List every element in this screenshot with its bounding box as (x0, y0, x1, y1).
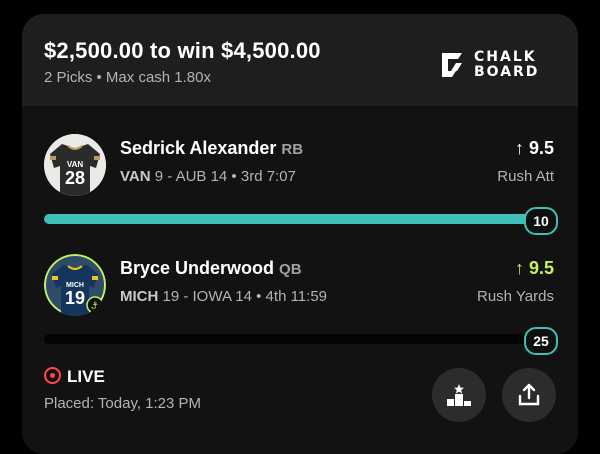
bet-slip-card: $2,500.00 to win $4,500.00 2 Picks • Max… (22, 14, 578, 454)
live-status: LIVE (44, 367, 105, 387)
player-name: Sedrick Alexander RB (120, 138, 304, 158)
pick-row[interactable]: MICH 19 ⚓ Bryce Underwood QB MICH 19 - IO… (22, 226, 578, 355)
pick-line: ↑ 9.5 (514, 138, 554, 158)
chalkboard-logo-icon (442, 53, 462, 77)
player-name: Bryce Underwood QB (120, 258, 302, 278)
progress-fill (44, 214, 550, 224)
player-position: QB (279, 261, 302, 278)
live-indicator-icon (44, 367, 61, 384)
player-avatar: MICH 19 ⚓ (44, 254, 106, 316)
svg-text:⚓: ⚓ (91, 301, 100, 312)
placed-time: Placed: Today, 1:23 PM (44, 395, 202, 412)
svg-text:19: 19 (65, 288, 85, 308)
game-score: MICH 19 - IOWA 14 • 4th 11:59 (120, 288, 328, 305)
stat-type: Rush Att (497, 168, 554, 185)
wager-subtitle: 2 Picks • Max cash 1.80x (44, 69, 211, 86)
player-avatar: VAN 28 (44, 134, 106, 196)
wager-title: $2,500.00 to win $4,500.00 (44, 38, 321, 63)
slip-header: $2,500.00 to win $4,500.00 2 Picks • Max… (22, 14, 578, 106)
progress-track (44, 334, 550, 344)
leaderboard-icon (447, 384, 471, 406)
progress-track (44, 214, 550, 224)
progress-value-badge: 25 (524, 327, 558, 355)
pick-line: ↑ 9.5 (514, 258, 554, 278)
chalkboard-logo: CHALK BOARD (438, 50, 556, 80)
stat-type: Rush Yards (477, 288, 554, 305)
arrow-up-icon: ↑ (514, 138, 524, 158)
arrow-up-icon: ↑ (514, 258, 524, 278)
chalkboard-logo-text: CHALK BOARD (474, 49, 540, 80)
pick-row[interactable]: VAN 28 Sedrick Alexander RB VAN 9 - AUB 1… (22, 106, 578, 235)
progress-fill (44, 334, 550, 344)
player-position: RB (281, 141, 304, 158)
share-icon (518, 383, 540, 406)
share-button[interactable] (502, 368, 556, 422)
svg-text:28: 28 (65, 168, 85, 188)
game-score: VAN 9 - AUB 14 • 3rd 7:07 (120, 168, 296, 185)
leaderboard-button[interactable] (432, 368, 486, 422)
